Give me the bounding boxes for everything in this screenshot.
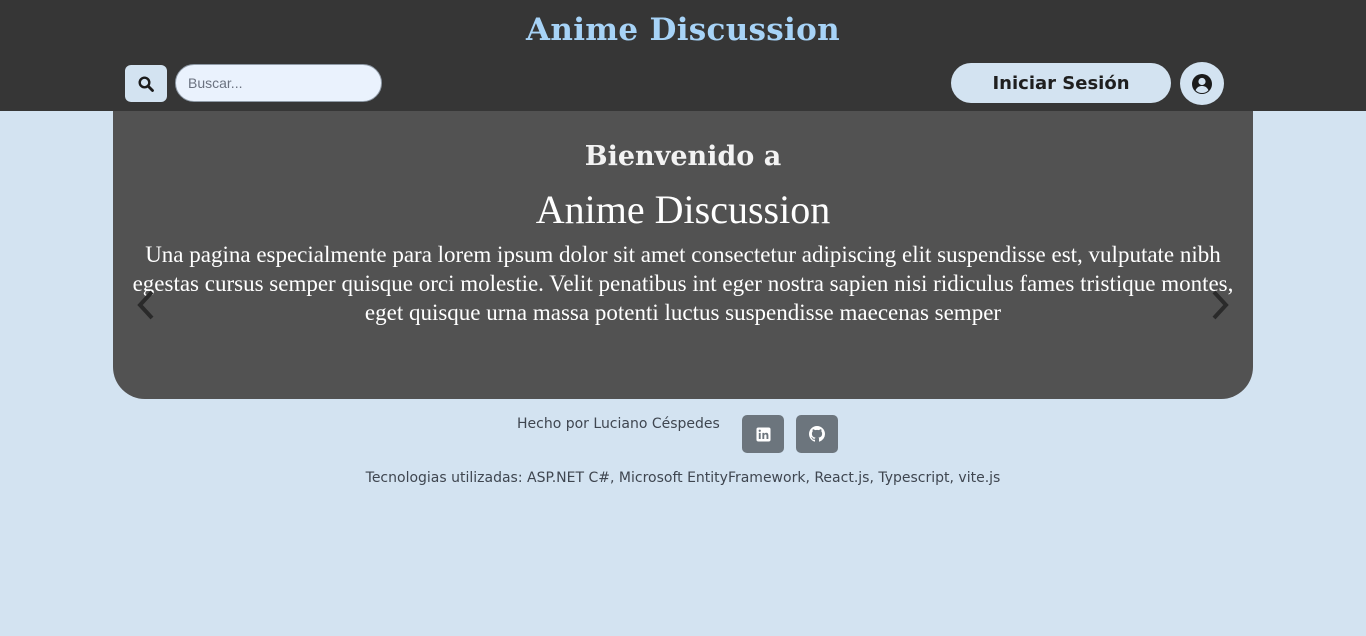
search-button[interactable] <box>125 65 167 102</box>
hero-carousel: Bienvenido a Anime Discussion Una pagina… <box>113 111 1253 399</box>
login-button[interactable]: Iniciar Sesión <box>951 63 1171 103</box>
user-account-button[interactable] <box>1180 62 1224 105</box>
hero-description: Una pagina especialmente para lorem ipsu… <box>132 242 1234 325</box>
site-title[interactable]: Anime Discussion <box>0 12 1366 48</box>
user-circle-icon <box>1192 73 1212 94</box>
carousel-next-button[interactable] <box>1205 287 1235 323</box>
hero-title: Anime Discussion <box>535 187 831 232</box>
linkedin-icon <box>755 426 771 442</box>
hero-welcome-heading: Bienvenido a <box>584 141 782 172</box>
linkedin-button[interactable] <box>742 415 784 453</box>
technologies-used: Tecnologias utilizadas: ASP.NET C#, Micr… <box>365 470 1001 486</box>
chevron-left-icon <box>137 290 154 320</box>
carousel-prev-button[interactable] <box>131 287 161 323</box>
chevron-right-icon <box>1212 290 1229 320</box>
github-button[interactable] <box>796 415 838 453</box>
github-icon <box>809 426 825 442</box>
header: Anime Discussion Iniciar Sesión <box>0 0 1366 111</box>
search-icon <box>138 75 154 92</box>
search-input[interactable] <box>175 64 382 102</box>
author-credit: Hecho por Luciano Céspedes <box>517 416 720 432</box>
